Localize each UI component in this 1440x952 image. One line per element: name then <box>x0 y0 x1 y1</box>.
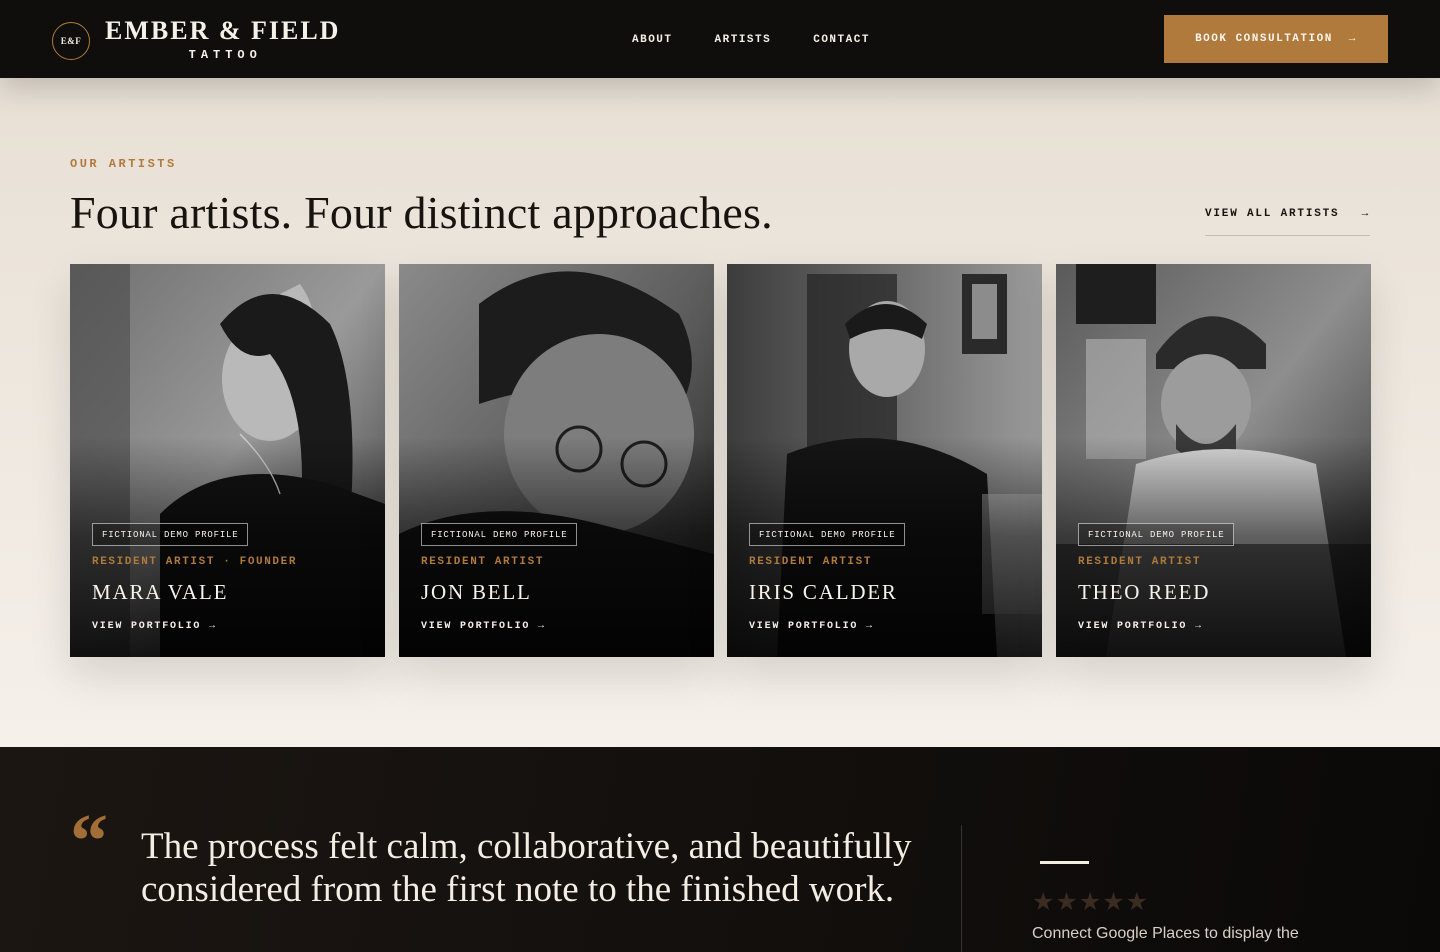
artist-role: RESIDENT ARTIST <box>1078 556 1202 568</box>
view-all-artists-link[interactable]: VIEW ALL ARTISTS → <box>1205 208 1370 236</box>
demo-profile-badge: FICTIONAL DEMO PROFILE <box>421 523 578 546</box>
vertical-divider <box>961 825 962 952</box>
nav-link-about[interactable]: ABOUT <box>632 34 673 46</box>
artist-card-theo-reed[interactable]: FICTIONAL DEMO PROFILE RESIDENT ARTIST T… <box>1056 264 1371 657</box>
testimonial-section: “ The process felt calm, collaborative, … <box>0 747 1440 952</box>
view-portfolio-link[interactable]: VIEW PORTFOLIO → <box>1078 621 1203 632</box>
main-nav: ABOUT ARTISTS CONTACT <box>632 34 870 46</box>
artist-role: RESIDENT ARTIST <box>421 556 545 568</box>
artist-name: THEO REED <box>1078 580 1211 604</box>
demo-profile-badge: FICTIONAL DEMO PROFILE <box>749 523 906 546</box>
artist-role: RESIDENT ARTIST · FOUNDER <box>92 556 298 568</box>
quote-icon: “ <box>70 799 108 883</box>
nav-link-contact[interactable]: CONTACT <box>813 34 870 46</box>
nav-link-artists[interactable]: ARTISTS <box>715 34 772 46</box>
artist-card-jon-bell[interactable]: FICTIONAL DEMO PROFILE RESIDENT ARTIST J… <box>399 264 714 657</box>
logo-subtitle: TATTOO <box>188 48 262 62</box>
arrow-right-icon: → <box>1348 33 1357 45</box>
testimonial-quote: The process felt calm, collaborative, an… <box>141 826 912 910</box>
artist-name: MARA VALE <box>92 580 229 604</box>
section-eyebrow: OUR ARTISTS <box>70 157 177 171</box>
logo-text: EMBER & FIELD TATTOO <box>105 16 341 63</box>
artist-name: JON BELL <box>421 580 532 604</box>
view-portfolio-link[interactable]: VIEW PORTFOLIO → <box>92 621 217 632</box>
logo-badge: E&F <box>52 21 90 60</box>
arrow-right-icon: → <box>1361 208 1370 220</box>
view-all-label: VIEW ALL ARTISTS <box>1205 208 1340 220</box>
star-rating-icon: ★★★★★ <box>1032 889 1150 916</box>
artist-card-mara-vale[interactable]: FICTIONAL DEMO PROFILE RESIDENT ARTIST ·… <box>70 264 385 657</box>
review-accent-bar <box>1040 861 1089 864</box>
artist-role: RESIDENT ARTIST <box>749 556 873 568</box>
demo-profile-badge: FICTIONAL DEMO PROFILE <box>1078 523 1235 546</box>
artists-section: OUR ARTISTS Four artists. Four distinct … <box>0 78 1440 747</box>
book-consultation-label: BOOK CONSULTATION <box>1195 33 1333 45</box>
artist-cards: FICTIONAL DEMO PROFILE RESIDENT ARTIST ·… <box>70 264 1371 657</box>
view-portfolio-link[interactable]: VIEW PORTFOLIO → <box>749 621 874 632</box>
artist-card-iris-calder[interactable]: FICTIONAL DEMO PROFILE RESIDENT ARTIST I… <box>727 264 1042 657</box>
logo[interactable]: E&F EMBER & FIELD TATTOO <box>52 16 341 63</box>
review-placeholder-text: Connect Google Places to display the <box>1032 925 1299 942</box>
section-heading: Four artists. Four distinct approaches. <box>70 187 773 238</box>
book-consultation-button[interactable]: BOOK CONSULTATION → <box>1164 15 1388 63</box>
artist-name: IRIS CALDER <box>749 580 898 604</box>
view-portfolio-link[interactable]: VIEW PORTFOLIO → <box>421 621 546 632</box>
site-header: E&F EMBER & FIELD TATTOO ABOUT ARTISTS C… <box>0 0 1440 78</box>
logo-name: EMBER & FIELD <box>105 16 341 45</box>
demo-profile-badge: FICTIONAL DEMO PROFILE <box>92 523 249 546</box>
